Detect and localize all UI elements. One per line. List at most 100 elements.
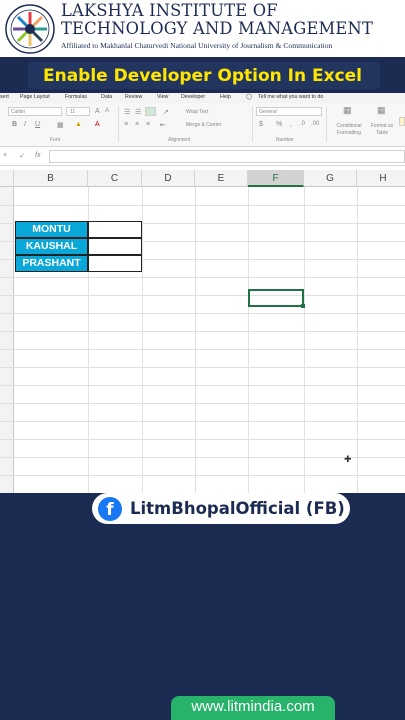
insert-function-icon[interactable]: fx xyxy=(35,152,40,159)
group-number-label: Number xyxy=(276,137,294,143)
institute-logo-icon xyxy=(5,4,55,54)
institute-affiliation: Affiliated to Makhanlal Chaturvedi Natio… xyxy=(61,41,333,50)
banner-title: Enable Developer Option In Excel xyxy=(42,66,363,86)
merge-center-button[interactable]: Merge & Center xyxy=(186,122,221,128)
lightbulb-icon: ◯ xyxy=(246,94,252,100)
gridline xyxy=(0,205,405,206)
institute-header: LAKSHYA INSTITUTE OF TECHNOLOGY AND MANA… xyxy=(0,0,405,57)
percent-icon[interactable]: % xyxy=(276,121,282,128)
font-size-value: 11 xyxy=(70,109,76,115)
value-cell-montu[interactable] xyxy=(88,221,142,238)
decrease-font-icon[interactable]: A xyxy=(105,108,109,114)
screen: LAKSHYA INSTITUTE OF TECHNOLOGY AND MANA… xyxy=(0,0,405,720)
gridline xyxy=(0,475,405,476)
currency-icon[interactable]: $ xyxy=(259,121,263,128)
menu-insert[interactable]: sert xyxy=(0,94,9,100)
facebook-icon: f xyxy=(98,497,122,521)
menu-review[interactable]: Review xyxy=(125,94,142,100)
decrease-decimal-icon[interactable]: .00 xyxy=(311,121,319,127)
indent-icon[interactable]: ⇤ xyxy=(160,121,166,129)
gridline xyxy=(0,313,405,314)
topic-banner: Enable Developer Option In Excel xyxy=(0,57,405,93)
column-header-e[interactable]: E xyxy=(195,170,248,187)
menu-developer[interactable]: Developer xyxy=(181,94,205,100)
borders-icon[interactable]: ▦ xyxy=(57,121,64,129)
excel-menu-bar: sert Page Layout Formulas Data Review Vi… xyxy=(0,93,405,103)
menu-formulas[interactable]: Formulas xyxy=(65,94,87,100)
enter-icon[interactable]: ✓ xyxy=(19,152,25,160)
group-alignment-label: Alignment xyxy=(168,137,191,143)
font-name-value: Calibri xyxy=(11,109,26,115)
ribbon-separator xyxy=(252,106,253,142)
gridline xyxy=(304,187,305,493)
name-cell-kaushal[interactable]: KAUSHAL xyxy=(15,238,88,255)
tell-me-search[interactable]: Tell me what you want to do xyxy=(258,94,323,100)
align-center-icon[interactable]: ≡ xyxy=(135,121,139,128)
align-bottom-button[interactable] xyxy=(145,107,156,116)
column-header-c[interactable]: C xyxy=(88,170,142,187)
website-link[interactable]: www.litmindia.com xyxy=(171,698,335,715)
formula-input[interactable] xyxy=(49,150,405,163)
menu-data[interactable]: Data xyxy=(101,94,112,100)
align-top-icon[interactable]: ☰ xyxy=(124,108,130,116)
comma-icon[interactable]: , xyxy=(290,121,292,128)
column-header-b[interactable]: B xyxy=(14,170,88,187)
cell-styles-button[interactable] xyxy=(399,117,405,126)
active-cell-f8[interactable] xyxy=(248,289,305,308)
name-cell-montu[interactable]: MONTU xyxy=(15,221,88,238)
increase-decimal-icon[interactable]: .0 xyxy=(300,121,305,127)
conditional-formatting-icon[interactable]: ▦ xyxy=(343,105,352,116)
cell-cursor-icon: ✚ xyxy=(344,454,352,464)
bold-button[interactable]: B xyxy=(12,121,17,128)
align-middle-icon[interactable]: ☰ xyxy=(135,108,141,116)
gridline xyxy=(0,385,405,386)
column-header-g[interactable]: G xyxy=(304,170,357,187)
facebook-handle[interactable]: LitmBhopalOfficial (FB) xyxy=(130,493,345,524)
gridline xyxy=(357,187,358,493)
gridline xyxy=(0,367,405,368)
gridline xyxy=(0,331,405,332)
select-all-corner[interactable] xyxy=(0,170,14,187)
gridline xyxy=(0,349,405,350)
orientation-icon[interactable]: ↗ xyxy=(163,108,169,116)
excel-ribbon: Calibri 11 A A B I U ▦ ▲ A Font ☰ ☰ ↗ Wr… xyxy=(0,103,405,147)
formula-bar: × ✓ fx xyxy=(0,148,405,166)
ribbon-separator xyxy=(118,106,119,142)
column-headers: B C D E F G H xyxy=(0,170,405,187)
align-left-icon[interactable]: ≡ xyxy=(124,121,128,128)
conditional-formatting-button[interactable]: Conditional Formatting xyxy=(331,123,367,137)
underline-button[interactable]: U xyxy=(35,121,40,128)
italic-button[interactable]: I xyxy=(24,121,26,128)
row-headers xyxy=(0,187,14,493)
format-as-table-button[interactable]: Format as Table xyxy=(367,123,397,137)
column-header-f[interactable]: F xyxy=(248,170,304,187)
column-header-d[interactable]: D xyxy=(142,170,195,187)
cancel-icon[interactable]: × xyxy=(3,152,7,159)
wrap-text-button[interactable]: Wrap Text xyxy=(186,109,208,115)
menu-help[interactable]: Help xyxy=(220,94,231,100)
gridline xyxy=(0,421,405,422)
value-cell-prashant[interactable] xyxy=(88,255,142,272)
institute-title: LAKSHYA INSTITUTE OF TECHNOLOGY AND MANA… xyxy=(61,1,374,38)
menu-view[interactable]: View xyxy=(157,94,168,100)
excel-window: sert Page Layout Formulas Data Review Vi… xyxy=(0,93,405,493)
gridline xyxy=(0,277,405,278)
align-right-icon[interactable]: ≡ xyxy=(146,121,150,128)
fill-color-icon[interactable]: ▲ xyxy=(75,121,82,128)
format-as-table-icon[interactable]: ▦ xyxy=(377,105,386,116)
gridline xyxy=(0,403,405,404)
number-format-value: General xyxy=(259,109,277,115)
value-cell-kaushal[interactable] xyxy=(88,238,142,255)
menu-page-layout[interactable]: Page Layout xyxy=(20,94,50,100)
column-header-h[interactable]: H xyxy=(357,170,405,187)
gridline xyxy=(248,187,249,493)
name-cell-prashant[interactable]: PRASHANT xyxy=(15,255,88,272)
gridline xyxy=(142,187,143,493)
group-font-label: Font xyxy=(50,137,61,143)
ribbon-separator xyxy=(326,106,327,142)
font-color-icon[interactable]: A xyxy=(95,121,100,128)
gridline xyxy=(0,295,405,296)
gridline xyxy=(0,439,405,440)
increase-font-icon[interactable]: A xyxy=(95,108,100,115)
gridline xyxy=(195,187,196,493)
